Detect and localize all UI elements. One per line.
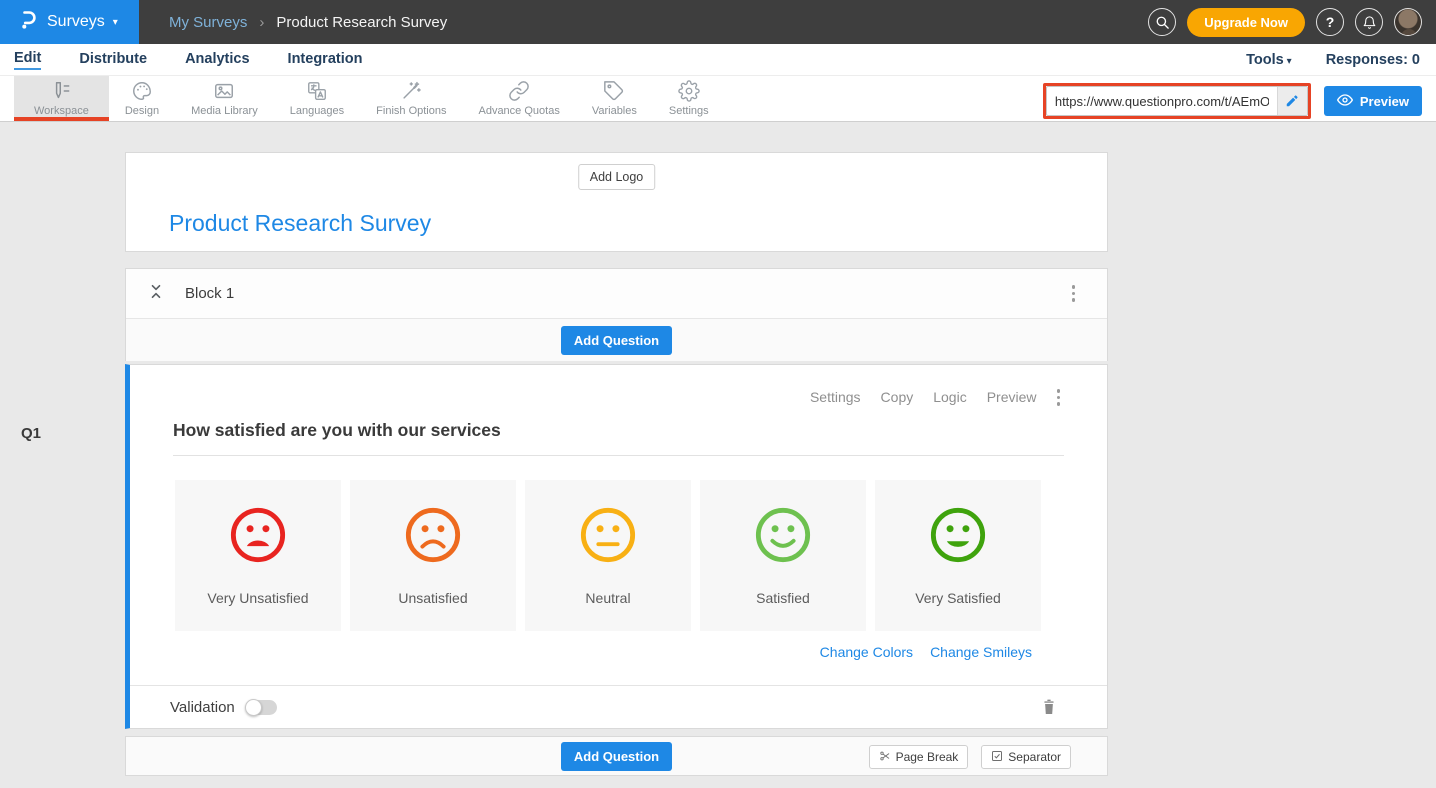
tab-finish-options[interactable]: Finish Options <box>360 76 462 121</box>
question-settings-link[interactable]: Settings <box>810 389 861 405</box>
delete-question-trash-icon[interactable] <box>1041 698 1057 716</box>
option-very-unsatisfied[interactable]: Very Unsatisfied <box>175 480 341 631</box>
scissors-icon <box>879 750 891 765</box>
add-question-button-bottom[interactable]: Add Question <box>561 742 672 771</box>
nav-item-edit[interactable]: Edit <box>14 50 41 70</box>
brand-menu[interactable]: Surveys ▾ <box>0 0 139 44</box>
add-question-strip-top: Add Question <box>126 319 1107 361</box>
option-satisfied[interactable]: Satisfied <box>700 480 866 631</box>
neutral-face-icon <box>579 506 637 564</box>
footer-tools: Page Break Separator <box>869 745 1071 769</box>
smiley-customize-links: Change Colors Change Smileys <box>130 644 1032 660</box>
breadcrumb-parent-link[interactable]: My Surveys <box>169 14 247 31</box>
survey-header-card: Add Logo Product Research Survey <box>125 152 1108 252</box>
tab-advance-quotas[interactable]: Advance Quotas <box>462 76 575 121</box>
breadcrumb-current: Product Research Survey <box>276 14 447 31</box>
change-colors-link[interactable]: Change Colors <box>820 644 913 660</box>
very-unsatisfied-face-icon <box>229 506 287 564</box>
tools-dropdown[interactable]: Tools▾ <box>1246 52 1292 68</box>
questionpro-logo-icon <box>16 9 38 36</box>
upgrade-now-button[interactable]: Upgrade Now <box>1187 8 1305 37</box>
satisfied-face-icon <box>754 506 812 564</box>
question-preview-link[interactable]: Preview <box>987 389 1037 405</box>
smiley-scale: Very Unsatisfied Unsatisfied Neutral <box>175 480 1107 631</box>
question-menu-kebab-icon[interactable] <box>1053 385 1065 410</box>
edit-toolbar: Workspace Design Media Library Languages… <box>0 76 1436 122</box>
questionpro-app: Surveys ▾ My Surveys › Product Research … <box>0 0 1436 788</box>
help-icon[interactable]: ? <box>1316 8 1344 36</box>
block-title[interactable]: Block 1 <box>185 285 234 302</box>
checkbox-checked-icon <box>991 750 1003 765</box>
collapse-block-icon[interactable] <box>149 282 163 306</box>
question-card: Settings Copy Logic Preview How satisfie… <box>125 364 1108 729</box>
breadcrumb-separator-icon: › <box>259 14 264 31</box>
validation-row: Validation <box>130 685 1107 728</box>
question-title[interactable]: How satisfied are you with our services <box>173 420 1064 456</box>
validation-label: Validation <box>170 699 235 716</box>
share-url-input[interactable] <box>1047 94 1277 109</box>
share-area: Preview <box>1043 83 1422 119</box>
option-unsatisfied[interactable]: Unsatisfied <box>350 480 516 631</box>
tab-media-library[interactable]: Media Library <box>175 76 274 121</box>
question-copy-link[interactable]: Copy <box>881 389 914 405</box>
gear-icon <box>678 80 700 102</box>
tab-variables[interactable]: Variables <box>576 76 653 121</box>
question-index: Q1 <box>21 425 41 442</box>
tab-settings[interactable]: Settings <box>653 76 725 121</box>
bell-icon[interactable] <box>1355 8 1383 36</box>
nav-item-analytics[interactable]: Analytics <box>185 51 249 69</box>
share-url-field <box>1046 86 1308 116</box>
separator-button[interactable]: Separator <box>981 745 1071 769</box>
tab-languages[interactable]: Languages <box>274 76 360 121</box>
add-logo-button[interactable]: Add Logo <box>578 164 656 190</box>
workspace-active-underline-annotation <box>14 117 109 121</box>
tag-icon <box>603 80 625 102</box>
question-actions: Settings Copy Logic Preview <box>130 365 1107 410</box>
nav-item-integration[interactable]: Integration <box>288 51 363 69</box>
change-smileys-link[interactable]: Change Smileys <box>930 644 1032 660</box>
product-name: Surveys <box>47 13 105 31</box>
edit-url-pencil-icon[interactable] <box>1277 87 1307 115</box>
translate-icon <box>306 80 328 102</box>
nav-item-distribute[interactable]: Distribute <box>79 51 147 69</box>
tab-workspace[interactable]: Workspace <box>14 76 109 121</box>
option-very-satisfied[interactable]: Very Satisfied <box>875 480 1041 631</box>
top-bar: Surveys ▾ My Surveys › Product Research … <box>0 0 1436 44</box>
responses-count: Responses: 0 <box>1326 52 1420 68</box>
workspace-icon <box>50 80 72 102</box>
survey-title[interactable]: Product Research Survey <box>169 210 431 237</box>
nav-right: Tools▾ Responses: 0 <box>1246 52 1420 68</box>
user-avatar[interactable] <box>1394 8 1422 36</box>
option-neutral[interactable]: Neutral <box>525 480 691 631</box>
unsatisfied-face-icon <box>404 506 462 564</box>
eye-icon <box>1337 92 1353 111</box>
survey-nav: Edit Distribute Analytics Integration To… <box>0 44 1436 76</box>
page-break-button[interactable]: Page Break <box>869 745 969 769</box>
share-url-annotation-box <box>1043 83 1311 119</box>
search-icon[interactable] <box>1148 8 1176 36</box>
breadcrumb: My Surveys › Product Research Survey <box>169 14 447 31</box>
magic-wand-icon <box>400 80 422 102</box>
question-logic-link[interactable]: Logic <box>933 389 966 405</box>
chain-link-icon <box>508 80 530 102</box>
chevron-down-icon: ▾ <box>113 17 118 28</box>
palette-icon <box>131 80 153 102</box>
block-menu-kebab-icon[interactable] <box>1068 281 1080 306</box>
very-satisfied-face-icon <box>929 506 987 564</box>
top-bar-actions: Upgrade Now ? <box>1148 8 1436 37</box>
block-header: Block 1 <box>126 269 1107 319</box>
preview-button[interactable]: Preview <box>1324 86 1422 116</box>
add-question-button-top[interactable]: Add Question <box>561 326 672 355</box>
survey-workspace: Q1 Add Logo Product Research Survey Bloc… <box>0 122 1436 788</box>
block-card: Block 1 Add Question <box>125 268 1108 361</box>
tab-design[interactable]: Design <box>109 76 175 121</box>
chevron-down-icon: ▾ <box>1287 56 1292 67</box>
block-footer-strip: Add Question Page Break Separator <box>125 736 1108 776</box>
validation-toggle[interactable] <box>246 700 277 715</box>
image-icon <box>213 80 235 102</box>
